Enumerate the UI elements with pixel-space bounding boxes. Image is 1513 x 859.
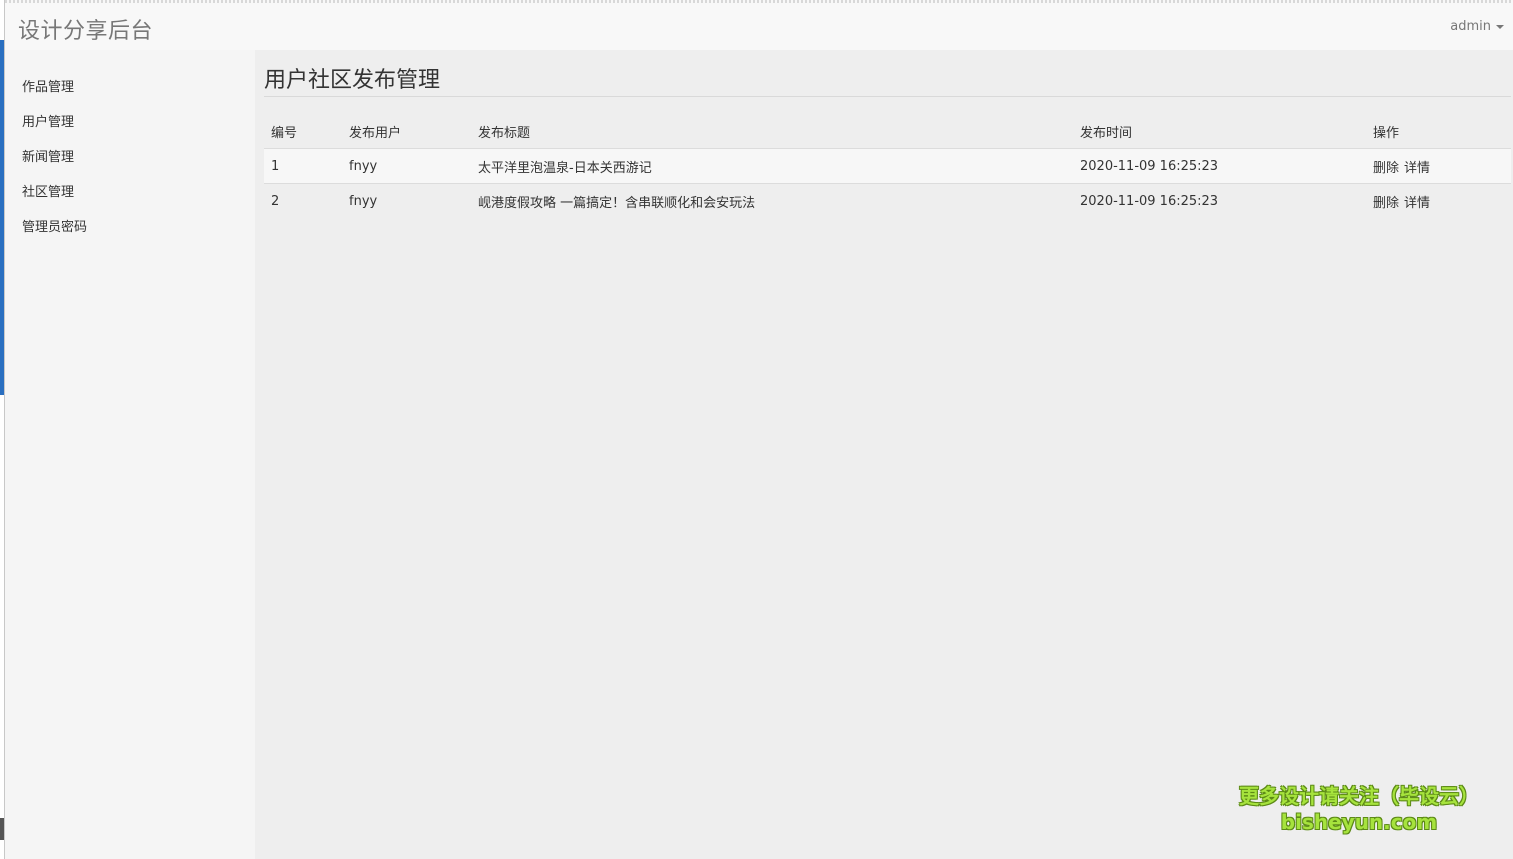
watermark-line2: bisheyun.com (1280, 810, 1438, 834)
brand-title[interactable]: 设计分享后台 (18, 13, 153, 45)
header-time: 发布时间 (1073, 114, 1366, 149)
delete-link[interactable]: 删除 (1373, 196, 1399, 211)
delete-link[interactable]: 删除 (1373, 161, 1399, 176)
cell-time: 2020-11-09 16:25:23 (1073, 148, 1366, 184)
cell-title: 太平洋里泡温泉-日本关西游记 (471, 148, 1073, 184)
cell-user: fnyy (342, 183, 471, 218)
header-actions: 操作 (1366, 114, 1511, 149)
posts-table: 编号 发布用户 发布标题 发布时间 操作 1 fnyy 太平洋里泡温泉-日本关西… (264, 114, 1511, 218)
header-user: 发布用户 (342, 114, 471, 149)
cell-title: 岘港度假攻略 一篇搞定！含串联顺化和会安玩法 (471, 183, 1073, 218)
page-title: 用户社区发布管理 (264, 68, 441, 93)
cell-time: 2020-11-09 16:25:23 (1073, 183, 1366, 218)
title-divider (264, 96, 1511, 97)
sidebar-item-news[interactable]: 新闻管理 (22, 146, 74, 165)
edge-accent (0, 40, 4, 395)
cell-id: 2 (264, 183, 342, 218)
header-title: 发布标题 (471, 114, 1073, 149)
sidebar-item-users[interactable]: 用户管理 (22, 111, 74, 130)
cell-actions: 删除 详情 (1366, 148, 1511, 184)
table-row: 2 fnyy 岘港度假攻略 一篇搞定！含串联顺化和会安玩法 2020-11-09… (264, 183, 1511, 218)
user-name: admin (1450, 19, 1491, 34)
edge-accent-dark (0, 818, 4, 840)
caret-down-icon (1496, 24, 1504, 29)
sidebar: 作品管理 用户管理 新闻管理 社区管理 管理员密码 (5, 50, 255, 859)
cell-actions: 删除 详情 (1366, 183, 1511, 218)
cell-user: fnyy (342, 148, 471, 184)
navbar: 设计分享后台 admin (5, 3, 1513, 50)
watermark-line1: 更多设计请关注（毕设云） (1239, 784, 1479, 808)
user-dropdown[interactable]: admin (1450, 19, 1504, 34)
watermark: 更多设计请关注（毕设云） bisheyun.com (1224, 782, 1494, 834)
cell-id: 1 (264, 148, 342, 184)
sidebar-item-works[interactable]: 作品管理 (22, 76, 74, 95)
sidebar-item-admin-password[interactable]: 管理员密码 (22, 216, 87, 235)
detail-link[interactable]: 详情 (1404, 161, 1430, 176)
header-id: 编号 (264, 114, 342, 149)
detail-link[interactable]: 详情 (1404, 196, 1430, 211)
sidebar-item-community[interactable]: 社区管理 (22, 181, 74, 200)
table-row: 1 fnyy 太平洋里泡温泉-日本关西游记 2020-11-09 16:25:2… (264, 148, 1511, 184)
main-content: 用户社区发布管理 编号 发布用户 发布标题 发布时间 操作 1 fnyy 太平洋… (255, 50, 1513, 859)
table-header-row: 编号 发布用户 发布标题 发布时间 操作 (264, 114, 1511, 149)
